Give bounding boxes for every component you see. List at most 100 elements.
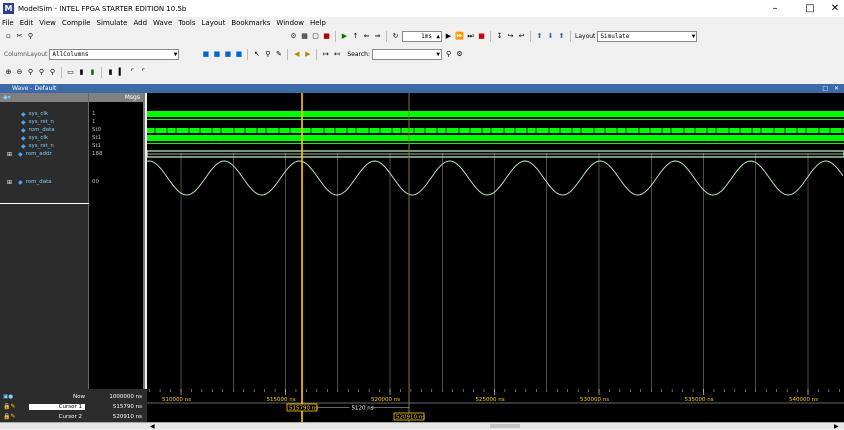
menu-add[interactable]: Add bbox=[133, 19, 147, 27]
cursor-row-1[interactable]: 🔒✎ Cursor 1 bbox=[0, 402, 89, 411]
zoom-out-icon[interactable]: ⊖ bbox=[15, 68, 24, 77]
signal-diamond-icon: ◆ bbox=[18, 178, 23, 186]
signal-row-rom-data[interactable]: ⊞ ◆ rom_data bbox=[0, 178, 52, 186]
close-button[interactable]: ✕ bbox=[820, 0, 844, 17]
horizontal-scrollbar[interactable]: ◀ ▶ bbox=[0, 422, 844, 430]
cursor-lock-icon[interactable]: 🔒✎ bbox=[3, 413, 25, 420]
wave-style-6-icon[interactable]: ⌜ bbox=[128, 68, 137, 77]
scroll-left-icon[interactable]: ◀ bbox=[150, 423, 158, 430]
menu-view[interactable]: View bbox=[39, 19, 56, 27]
binoculars-icon[interactable]: ⚲ bbox=[444, 50, 453, 59]
menu-layout[interactable]: Layout bbox=[202, 19, 226, 27]
cut-icon[interactable]: ✂ bbox=[15, 32, 24, 41]
signal-value: St0 bbox=[92, 127, 102, 133]
wave-style-3-icon[interactable]: ▮ bbox=[88, 68, 97, 77]
run-all-icon[interactable]: ⏭ bbox=[466, 32, 475, 41]
up-icon[interactable]: ⬆ bbox=[535, 32, 544, 41]
continue-icon[interactable]: ⏩ bbox=[455, 32, 464, 41]
back-icon[interactable]: ⇐ bbox=[362, 32, 371, 41]
toolbar-row-3: ⊕ ⊖ ⚲ ⚲ ⚲ ▭ ▮ ▮ ▮ ▍ ⌜ ⌜ bbox=[4, 65, 148, 80]
menu-edit[interactable]: Edit bbox=[20, 19, 34, 27]
wave-window-title: Wave - Default bbox=[12, 85, 57, 92]
signal-name: rom_addr bbox=[25, 151, 52, 157]
expand-icon[interactable]: ↦ bbox=[321, 50, 330, 59]
simulate-icon[interactable]: ▢ bbox=[311, 32, 320, 41]
search-input[interactable]: ▼ bbox=[372, 49, 443, 60]
compile-icon[interactable]: ⚙ bbox=[289, 32, 298, 41]
signal-value: St1 bbox=[92, 135, 102, 141]
undock-icon[interactable]: □ bbox=[822, 85, 828, 92]
find-icon[interactable]: ⚲ bbox=[26, 32, 35, 41]
signal-diamond-icon: ◆ bbox=[21, 110, 26, 118]
wave-style-7-icon[interactable]: ⌜ bbox=[139, 68, 148, 77]
cursor-value: 520910 ns bbox=[112, 413, 142, 420]
zoom-full-icon[interactable]: ⚲ bbox=[26, 68, 35, 77]
value-panel-header: Msgs bbox=[89, 93, 143, 102]
restart-icon[interactable]: ↻ bbox=[391, 32, 400, 41]
add-wave-icon[interactable]: ■ bbox=[201, 50, 210, 59]
menu-tools[interactable]: Tools bbox=[178, 19, 195, 27]
menu-window[interactable]: Window bbox=[276, 19, 304, 27]
expand-icon[interactable]: ⊞ bbox=[7, 151, 14, 158]
wave-style-4-icon[interactable]: ▮ bbox=[106, 68, 115, 77]
zoom-tool-icon[interactable]: ⚲ bbox=[263, 50, 272, 59]
zoom-range-icon[interactable]: ⚲ bbox=[48, 68, 57, 77]
close-wave-icon[interactable]: ✕ bbox=[834, 85, 839, 92]
new-file-icon[interactable]: ▫ bbox=[4, 32, 13, 41]
forward-icon[interactable]: ⇒ bbox=[373, 32, 382, 41]
signal-row-sys-rst-n[interactable]: ◆ sys_rst_n bbox=[0, 118, 54, 126]
run-length-input[interactable]: 1ms ▲ bbox=[402, 31, 442, 42]
collapse-icon[interactable]: ↤ bbox=[332, 50, 341, 59]
cursor-tool-icon[interactable]: ↖ bbox=[252, 50, 261, 59]
signal-row-sys-clk[interactable]: ◆ sys_clk bbox=[0, 110, 48, 118]
signal-value: 1 bbox=[92, 111, 96, 117]
cursor-lock-icon[interactable]: 🔒✎ bbox=[3, 403, 25, 410]
zoom-cursor-icon[interactable]: ⚲ bbox=[37, 68, 46, 77]
signal-row-rom-addr[interactable]: ⊞ ◆ rom_addr bbox=[0, 150, 52, 158]
time-tick-label: 520000 ns bbox=[371, 397, 400, 403]
add-wave-2-icon[interactable]: ■ bbox=[212, 50, 221, 59]
break-icon[interactable]: ■ bbox=[322, 32, 331, 41]
down-icon[interactable]: ⬇ bbox=[546, 32, 555, 41]
minimize-button[interactable]: – bbox=[760, 0, 790, 17]
step-into-icon[interactable]: ↧ bbox=[495, 32, 504, 41]
edge-prev-icon[interactable]: ◀ bbox=[292, 50, 301, 59]
menu-compile[interactable]: Compile bbox=[62, 19, 91, 27]
wave-style-2-icon[interactable]: ▮ bbox=[77, 68, 86, 77]
zoom-in-icon[interactable]: ⊕ bbox=[4, 68, 13, 77]
step-over-icon[interactable]: ↪ bbox=[506, 32, 515, 41]
waveform-canvas[interactable] bbox=[146, 93, 844, 389]
menu-help[interactable]: Help bbox=[310, 19, 326, 27]
scroll-right-icon[interactable]: ▶ bbox=[834, 423, 842, 430]
add-wave-3-icon[interactable]: ■ bbox=[223, 50, 232, 59]
search-options-icon[interactable]: ⚙ bbox=[455, 50, 464, 59]
menu-file[interactable]: File bbox=[2, 19, 14, 27]
step-icon[interactable]: ▶ bbox=[340, 32, 349, 41]
clock-wave-3 bbox=[147, 135, 844, 141]
up-arrow-icon[interactable]: ↑ bbox=[351, 32, 360, 41]
menu-bookmarks[interactable]: Bookmarks bbox=[231, 19, 270, 27]
add-wave-4-icon[interactable]: ■ bbox=[234, 50, 243, 59]
wave-style-5-icon[interactable]: ▍ bbox=[117, 68, 126, 77]
now-row: ▣● Now bbox=[0, 392, 89, 401]
stop-icon[interactable]: ■ bbox=[477, 32, 486, 41]
signal-row-sys-clk[interactable]: ◆ sys_clk bbox=[0, 134, 48, 142]
run-icon[interactable]: ▶ bbox=[444, 32, 453, 41]
edge-next-icon[interactable]: ▶ bbox=[303, 50, 312, 59]
cursor-row-2[interactable]: 🔒✎ Cursor 2 bbox=[0, 412, 89, 421]
signal-row-sys-rst-n[interactable]: ◆ sys_rst_n bbox=[0, 142, 54, 150]
step-out-icon[interactable]: ↩ bbox=[517, 32, 526, 41]
menu-wave[interactable]: Wave bbox=[153, 19, 172, 27]
signal-row-rom-data[interactable]: ◆ rom_data bbox=[0, 126, 55, 134]
expand-icon[interactable]: ⊞ bbox=[7, 179, 14, 186]
edit-tool-icon[interactable]: ✎ bbox=[274, 50, 283, 59]
timeline[interactable]: 510000 ns 515000 ns 520000 ns 525000 ns 5300… bbox=[147, 389, 844, 422]
up-2-icon[interactable]: ⬆ bbox=[557, 32, 566, 41]
menu-simulate[interactable]: Simulate bbox=[97, 19, 128, 27]
cursor-values: 1000000 ns 515790 ns 520910 ns bbox=[89, 389, 145, 422]
compile-all-icon[interactable]: ▦ bbox=[300, 32, 309, 41]
wave-style-1-icon[interactable]: ▭ bbox=[66, 68, 75, 77]
scroll-thumb[interactable] bbox=[490, 424, 520, 428]
column-layout-select[interactable]: AllColumns ▼ bbox=[49, 49, 180, 60]
layout-select[interactable]: Simulate ▼ bbox=[597, 31, 698, 42]
